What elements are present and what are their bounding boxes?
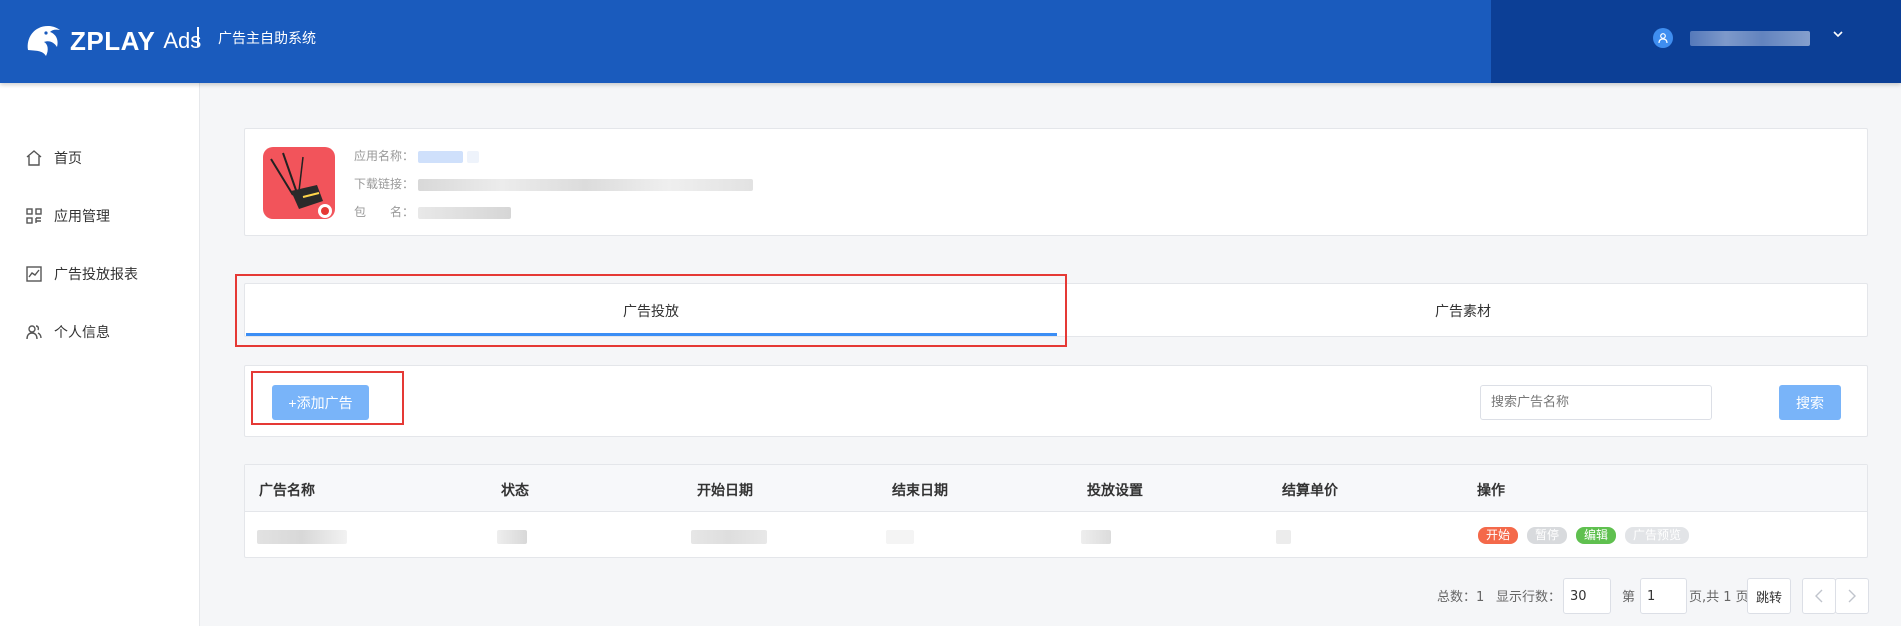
column-header: 投放设置 [1087,483,1143,499]
column-header: 广告名称 [259,483,315,499]
sidebar-item-apps[interactable]: 应用管理 [24,204,110,228]
pause-button[interactable]: 暂停 [1527,527,1568,544]
user-avatar-icon[interactable] [1653,28,1673,48]
jump-button[interactable]: 跳转 [1747,578,1791,614]
app-name-value-redacted [417,150,463,163]
rows-per-page-input[interactable]: 30 [1563,578,1611,614]
end-date-cell-redacted [886,530,914,544]
next-page-button[interactable] [1835,578,1869,614]
search-ad-input[interactable] [1480,385,1712,420]
page-total: 页,共 1 页 [1689,590,1749,605]
start-button[interactable]: 开始 [1478,527,1519,544]
home-icon [24,148,44,168]
price-cell-redacted [1276,530,1291,544]
sidebar-item-label: 广告投放报表 [54,267,138,283]
column-header: 结算单价 [1282,483,1338,499]
chevron-down-icon[interactable] [1832,28,1844,44]
total-count: 总数：1 [1437,590,1485,605]
sidebar: 首页 应用管理 广告投放报表 个人信息 [0,83,200,626]
app-icon-image [263,147,335,219]
report-icon [24,264,44,284]
column-header: 操作 [1477,483,1505,499]
sidebar-item-report[interactable]: 广告投放报表 [24,262,138,286]
delivery-setting-cell-redacted [1081,530,1111,544]
ad-name-cell-redacted [257,530,347,544]
system-title: 广告主自助系统 [218,31,316,47]
chevron-right-icon [1848,589,1856,603]
app-name-row: 应用名称： [354,147,479,164]
tab-label: 广告投放 [623,304,679,320]
app-name-label: 应用名称： [354,149,415,163]
preview-button[interactable]: 广告预览 [1625,527,1690,544]
sidebar-item-label: 个人信息 [54,325,110,341]
app-info-card: 应用名称： 下载链接： 包 名： [244,128,1868,236]
dolphin-logo-icon [27,26,60,56]
table-header: 广告名称 状态 开始日期 结束日期 投放设置 结算单价 操作 [245,465,1867,512]
sidebar-item-home[interactable]: 首页 [24,146,82,170]
ads-table: 广告名称 状态 开始日期 结束日期 投放设置 结算单价 操作 开始 暂停 编辑 … [244,464,1868,558]
redacted-fragment [466,150,479,163]
column-header: 结束日期 [892,483,948,499]
package-row: 包 名： [354,203,511,220]
status-cell-redacted [497,530,527,544]
package-value-redacted [417,206,511,219]
column-header: 状态 [501,483,529,499]
prev-page-button[interactable] [1802,578,1836,614]
page-number-input[interactable]: 1 [1640,578,1687,614]
page-prefix: 第 [1622,590,1636,605]
tab-bar: 广告投放 广告素材 [244,283,1868,337]
header-divider [197,27,199,47]
ad-toolbar: +添加广告 搜索 [244,365,1868,437]
logo-subtext: Ads [163,28,202,53]
zplay-logo[interactable]: ZPLAY Ads [22,16,201,66]
add-ad-button[interactable]: +添加广告 [272,385,369,420]
logo-text: ZPLAY [70,25,156,56]
user-name-redacted[interactable] [1690,31,1810,46]
top-header: ZPLAY Ads 广告主自助系统 [0,0,1901,83]
active-tab-underline [246,333,1057,336]
download-link-value-redacted[interactable] [417,178,753,191]
download-link-label: 下载链接： [354,177,415,191]
download-link-row: 下载链接： [354,175,753,192]
edit-button[interactable]: 编辑 [1576,527,1617,544]
user-group-icon [24,322,44,342]
tab-label: 广告素材 [1435,304,1491,320]
sidebar-item-label: 首页 [54,151,82,167]
apps-icon [24,206,44,226]
tab-ad-material[interactable]: 广告素材 [1057,284,1869,338]
package-label: 包 名： [354,205,415,219]
search-button[interactable]: 搜索 [1779,385,1841,420]
sidebar-item-label: 应用管理 [54,209,110,225]
chevron-left-icon [1815,589,1823,603]
tab-ad-delivery[interactable]: 广告投放 [245,284,1057,338]
row-actions: 开始 暂停 编辑 广告预览 [1478,527,1690,544]
start-date-cell-redacted [691,530,767,544]
sidebar-item-profile[interactable]: 个人信息 [24,320,110,344]
column-header: 开始日期 [697,483,753,499]
table-row: 开始 暂停 编辑 广告预览 [245,512,1867,559]
rows-per-page-label: 显示行数： [1496,590,1562,605]
